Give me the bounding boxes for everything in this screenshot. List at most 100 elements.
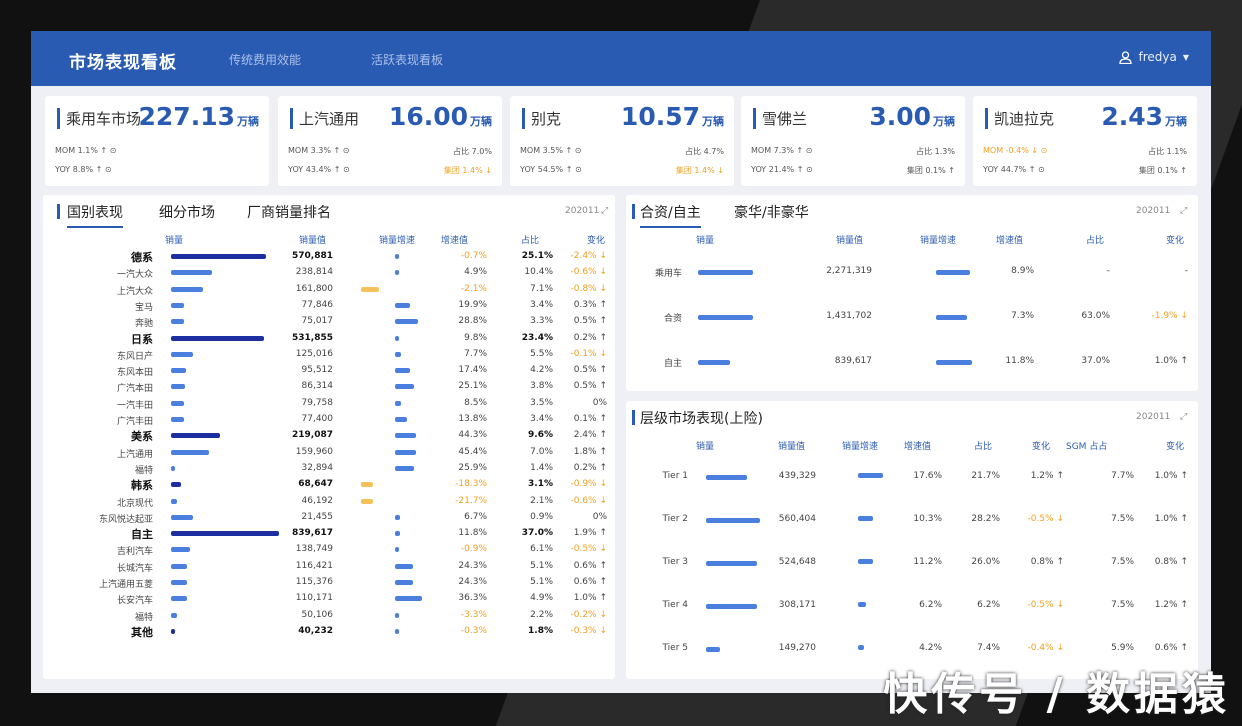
share-value: 7.1% [530, 283, 553, 294]
kpi-metric-right: 占比 4.7% [685, 147, 724, 156]
sales-bar [171, 351, 193, 357]
kpi-name: 上汽通用 [290, 108, 359, 129]
expand-icon[interactable]: ⤢ [1180, 412, 1187, 422]
sales-bar [171, 417, 184, 422]
expand-icon[interactable]: ⤢ [601, 206, 608, 216]
growth-value: 4.2% [919, 643, 942, 653]
kpi-number: 2.43 [1101, 102, 1163, 131]
kpi-unit: 万辆 [237, 115, 259, 128]
nav-tab-activity[interactable]: 活跃表现看板 [371, 51, 443, 68]
panel-accent [632, 204, 635, 219]
sales-bar [171, 335, 264, 341]
row-label: 东风本田 [116, 368, 153, 379]
growth-bar [395, 580, 413, 585]
share-value: 9.6% [528, 430, 553, 441]
growth-value: 7.3% [1011, 311, 1034, 321]
kpi-name: 乘用车市场 [57, 108, 141, 129]
sales-bar [698, 360, 730, 365]
sgm-share-value: 7.7% [1111, 471, 1134, 481]
growth-bar [395, 563, 413, 569]
growth-value: 7.7% [464, 348, 487, 359]
kpi-metric-right: 占比 1.1% [1148, 147, 1187, 156]
column-header: SGM 占占 [1066, 442, 1108, 452]
sales-value: 50,106 [301, 609, 334, 620]
change-value: 0% [592, 511, 607, 522]
share-value: 4.2% [530, 365, 553, 376]
growth-value: 45.4% [458, 446, 487, 457]
sales-value: 116,421 [295, 560, 333, 571]
change-value: -0.5% ↓ [1027, 514, 1064, 524]
tab-country[interactable]: 国别表现 [67, 202, 123, 228]
growth-bar [395, 596, 422, 602]
sales-value: 439,329 [778, 471, 816, 481]
sales-bar [171, 563, 188, 569]
expand-icon[interactable]: ⤢ [1180, 206, 1187, 216]
growth-bar [361, 482, 373, 488]
date-label[interactable]: 202011 [1136, 412, 1170, 422]
kpi-name: 雪佛兰 [753, 108, 807, 129]
kpi-metric: MOM -0.4% ↓ ⊙ [983, 146, 1048, 155]
kpi-metric: YOY 44.7% ↑ ⊙ [983, 165, 1045, 174]
tab-segment[interactable]: 细分市场 [159, 202, 215, 222]
row-label: 长城汽车 [116, 563, 153, 574]
nav-tab-traditional[interactable]: 传统费用效能 [229, 51, 301, 68]
growth-value: 4.9% [464, 267, 487, 278]
growth-bar [936, 360, 972, 365]
growth-bar [395, 514, 400, 520]
row-label: 日系 [131, 332, 153, 346]
kpi-metric: MOM 3.3% ↑ ⊙ [288, 146, 350, 155]
share-value: 10.4% [524, 267, 553, 278]
kpi-value: 16.00 万辆 [389, 102, 492, 131]
change-value: -0.9% ↓ [570, 479, 607, 490]
share-value: 4.9% [530, 593, 553, 604]
share-value: 7.0% [530, 446, 553, 457]
kpi-value: 10.57 万辆 [621, 102, 724, 131]
column-header: 占比 [974, 442, 993, 452]
share-value: 5.1% [530, 560, 553, 571]
change-value: -0.1% ↓ [570, 348, 607, 359]
change-value: 2.4% ↑ [573, 430, 607, 441]
change-value: -0.6% ↓ [570, 267, 607, 278]
date-label[interactable]: 202011 [1136, 206, 1170, 216]
sales-value: 40,232 [298, 625, 333, 636]
kpi-number: 10.57 [620, 102, 700, 131]
user-name: fredya [1138, 50, 1177, 64]
change-value: 0.6% ↑ [573, 560, 607, 571]
row-label: Tier 2 [662, 514, 688, 524]
row-label: Tier 5 [662, 643, 688, 653]
share-value: 37.0% [521, 528, 553, 539]
growth-value: 25.1% [458, 381, 487, 392]
dashboard-screen: 市场表现看板 传统费用效能 活跃表现看板 fredya ▼ 乘用车市场 227.1… [31, 31, 1211, 693]
row-label: 合资 [663, 314, 682, 324]
sgm-change-value: 0.6% ↑ [1154, 643, 1188, 653]
row-label: 上汽通用 [116, 449, 153, 460]
kpi-value: 227.13 万辆 [139, 102, 259, 131]
sgm-change-value: 1.2% ↑ [1154, 600, 1188, 610]
growth-bar [395, 351, 401, 357]
kpi-metric-right: 占比 1.3% [916, 147, 955, 156]
kpi-card: 凯迪拉克 2.43 万辆 MOM -0.4% ↓ ⊙ YOY 44.7% ↑ ⊙ 占比 1… [973, 96, 1197, 186]
sales-bar [706, 604, 758, 609]
sgm-change-value: 1.0% ↑ [1154, 471, 1188, 481]
change-value: -1.9% ↓ [1151, 311, 1188, 321]
tab-jv-own[interactable]: 合资/自主 [640, 202, 701, 228]
share-value: 6.2% [977, 600, 1000, 610]
column-header: 销量增速 [379, 236, 416, 246]
sales-bar [171, 286, 204, 292]
sales-bar [171, 628, 176, 634]
growth-bar [395, 531, 400, 537]
growth-value: 28.8% [458, 316, 487, 327]
change-value: 1.2% ↑ [1030, 471, 1064, 481]
user-menu[interactable]: fredya ▼ [1119, 50, 1189, 64]
tab-luxury[interactable]: 豪华/非豪华 [734, 202, 809, 222]
tab-maker-rank[interactable]: 厂商销量排名 [247, 202, 331, 222]
date-label[interactable]: 202011 [565, 206, 599, 216]
sales-bar [171, 384, 186, 390]
sales-value: 95,512 [301, 365, 334, 376]
change-value: -0.5% ↓ [570, 544, 607, 555]
growth-bar [858, 602, 867, 607]
growth-value: 19.9% [458, 299, 487, 310]
share-value: 25.1% [521, 251, 553, 261]
column-header: 占比 [521, 236, 540, 246]
row-label: 东风日产 [116, 351, 153, 362]
